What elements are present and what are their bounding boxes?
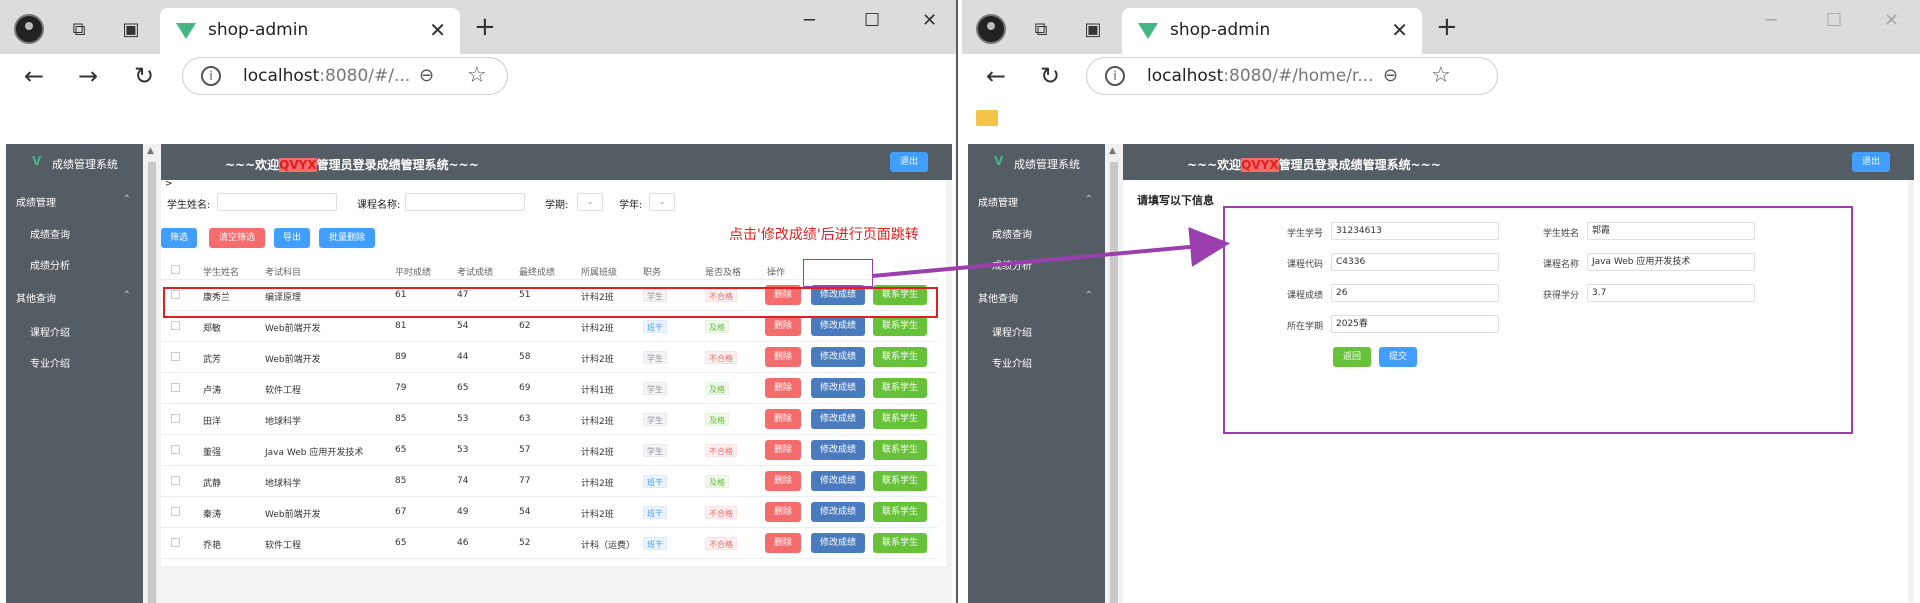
arrow-line — [871, 226, 1230, 278]
transition-arrow — [871, 226, 1230, 278]
